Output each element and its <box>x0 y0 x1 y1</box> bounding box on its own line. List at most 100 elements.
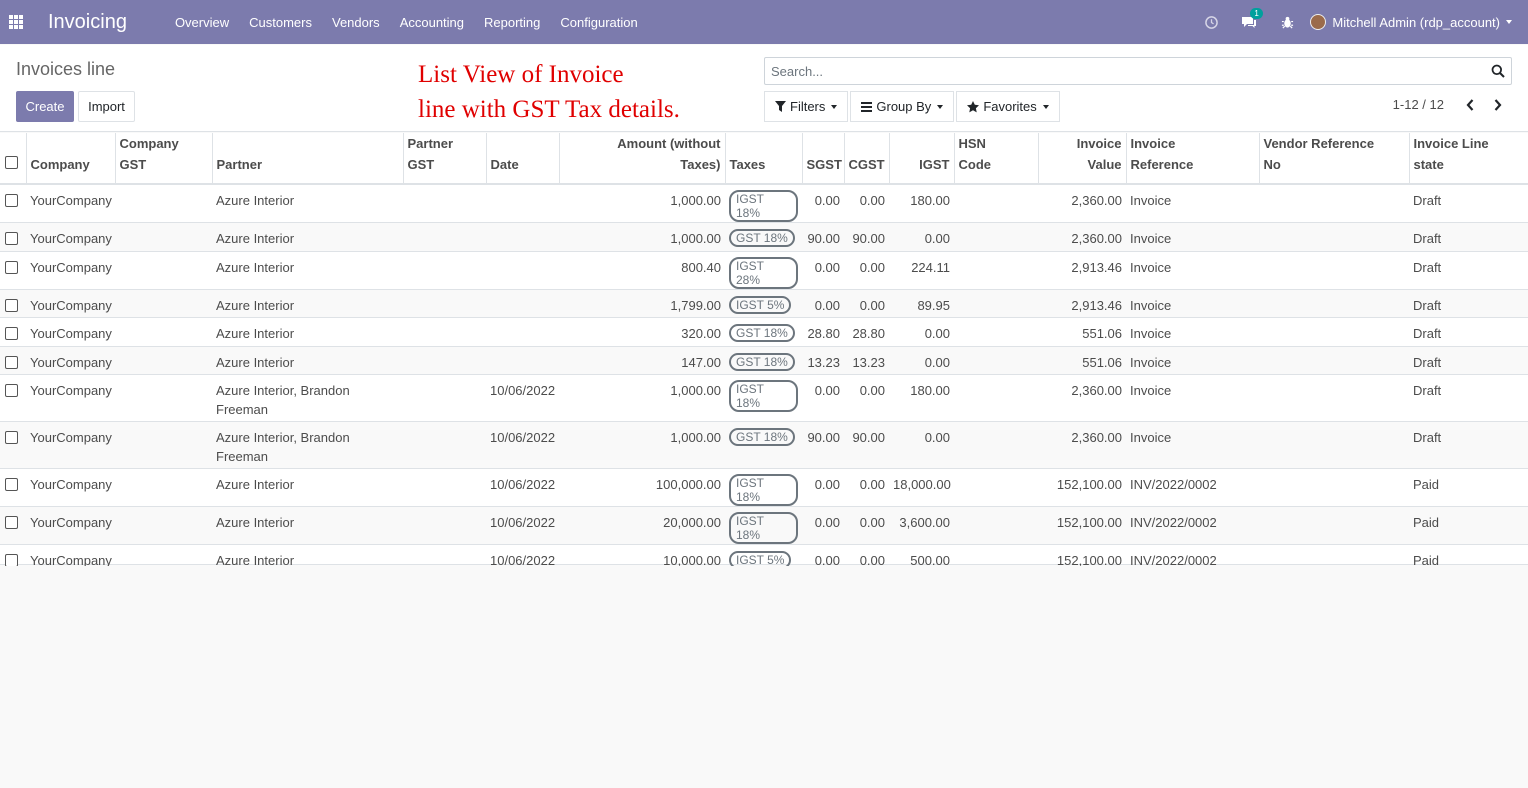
avatar <box>1310 14 1327 30</box>
cell-sgst: 0.00 <box>802 183 844 223</box>
filters-button[interactable]: Filters <box>764 91 849 122</box>
row-select-cell[interactable] <box>0 468 26 507</box>
messages-badge: 1 <box>1250 7 1263 19</box>
groupby-button[interactable]: Group By <box>850 91 955 122</box>
col-taxes[interactable]: Taxes <box>725 133 803 185</box>
row-select-cell[interactable] <box>0 374 26 422</box>
col-invoice-reference[interactable]: Invoice Reference <box>1126 133 1260 185</box>
cell-cgst: 0.00 <box>844 250 889 289</box>
row-select-cell[interactable] <box>0 183 26 223</box>
chevron-right-icon[interactable] <box>1484 98 1512 111</box>
main-menu: Overview Customers Vendors Accounting Report… <box>175 15 658 30</box>
row-checkbox[interactable] <box>5 431 18 444</box>
table-row[interactable]: YourCompany Azure Interior 1,000.00 IGST 18… <box>0 183 1528 223</box>
cell-vendor-reference <box>1259 506 1409 545</box>
search-input[interactable] <box>765 58 1465 84</box>
col-sgst[interactable]: SGST <box>802 133 845 185</box>
cell-hsn-code <box>954 506 1038 545</box>
col-date[interactable]: Date <box>486 133 560 185</box>
menu-item-customers[interactable]: Customers <box>249 15 312 30</box>
cell-company: YourCompany <box>26 421 115 469</box>
menu-item-accounting[interactable]: Accounting <box>400 15 464 30</box>
table-row[interactable]: YourCompany Azure Interior, Brandon Freema… <box>0 421 1528 469</box>
menu-item-vendors[interactable]: Vendors <box>332 15 380 30</box>
table-row[interactable]: YourCompany Azure Interior 800.40 IGST 28% 0… <box>0 250 1528 289</box>
row-select-cell[interactable] <box>0 222 26 251</box>
table-row[interactable]: YourCompany Azure Interior 1,799.00 IGST 5%… <box>0 288 1528 318</box>
cell-cgst: 90.00 <box>844 421 889 469</box>
row-select-cell[interactable] <box>0 288 26 318</box>
apps-grid-icon[interactable] <box>0 0 32 44</box>
col-cgst[interactable]: CGST <box>844 133 890 185</box>
row-select-cell[interactable] <box>0 506 26 545</box>
select-all-cell[interactable] <box>0 133 27 185</box>
import-button[interactable]: Import <box>78 91 135 122</box>
caret-down-icon <box>1042 104 1049 109</box>
col-company[interactable]: Company <box>26 133 116 185</box>
cell-hsn-code <box>954 345 1038 375</box>
user-menu[interactable]: Mitchell Admin (rdp_account) <box>1310 14 1512 30</box>
row-checkbox[interactable] <box>5 516 18 529</box>
favorites-button[interactable]: Favorites <box>956 91 1060 122</box>
col-igst[interactable]: IGST <box>889 133 955 185</box>
row-select-cell[interactable] <box>0 317 26 346</box>
row-checkbox[interactable] <box>5 232 18 245</box>
menu-item-reporting[interactable]: Reporting <box>484 15 540 30</box>
col-line-state[interactable]: Invoice Line state <box>1409 133 1528 185</box>
cell-igst: 224.11 <box>889 250 954 289</box>
cell-company-gst <box>115 250 212 289</box>
cell-partner-gst <box>403 345 486 375</box>
tax-tag: GST 18% <box>729 428 795 446</box>
table-row[interactable]: YourCompany Azure Interior 10/06/2022 100,0… <box>0 468 1528 507</box>
cell-company-gst <box>115 468 212 507</box>
row-select-cell[interactable] <box>0 421 26 469</box>
row-checkbox[interactable] <box>5 355 18 369</box>
table-row[interactable]: YourCompany Azure Interior, Brandon Freema… <box>0 374 1528 422</box>
cell-date <box>486 317 559 346</box>
clock-icon[interactable] <box>1192 15 1230 29</box>
col-invoice-value[interactable]: Invoice Value <box>1038 133 1127 185</box>
create-button[interactable]: Create <box>16 91 74 122</box>
pager-value[interactable]: 1-12 / 12 <box>1393 97 1444 112</box>
caret-down-icon <box>1506 20 1512 24</box>
cell-hsn-code <box>954 222 1038 251</box>
col-amount[interactable]: Amount (without Taxes) <box>559 133 726 185</box>
cell-company: YourCompany <box>26 222 115 251</box>
table-row[interactable]: YourCompany Azure Interior 147.00 GST 18% 13… <box>0 345 1528 375</box>
row-checkbox[interactable] <box>5 478 18 491</box>
row-checkbox[interactable] <box>5 194 18 207</box>
row-checkbox[interactable] <box>5 384 18 397</box>
col-vendor-reference[interactable]: Vendor Reference No <box>1259 133 1410 185</box>
chat-icon[interactable]: 1 <box>1230 7 1268 29</box>
annotation-line-2: line with GST Tax details. <box>418 96 680 123</box>
bug-icon[interactable] <box>1268 16 1306 29</box>
row-checkbox[interactable] <box>5 298 18 312</box>
col-partner-gst[interactable]: Partner GST <box>403 133 487 185</box>
row-select-cell[interactable] <box>0 345 26 375</box>
cell-partner: Azure Interior, Brandon Freeman <box>212 421 403 469</box>
chevron-left-icon[interactable] <box>1456 98 1484 111</box>
table-row[interactable]: YourCompany Azure Interior 320.00 GST 18% 28… <box>0 317 1528 346</box>
tax-tag: IGST 28% <box>729 256 798 289</box>
table-row[interactable]: YourCompany Azure Interior 10/06/2022 20,00… <box>0 506 1528 545</box>
cell-partner: Azure Interior <box>212 183 403 223</box>
menu-item-configuration[interactable]: Configuration <box>560 15 637 30</box>
col-company-gst[interactable]: Company GST <box>115 133 213 185</box>
cell-vendor-reference <box>1259 183 1409 223</box>
select-all-checkbox[interactable] <box>5 156 18 169</box>
search-icon[interactable] <box>1491 64 1505 81</box>
table-row[interactable]: YourCompany Azure Interior 1,000.00 GST 18%… <box>0 222 1528 251</box>
app-name[interactable]: Invoicing <box>48 11 127 34</box>
cell-cgst: 90.00 <box>844 222 889 251</box>
row-checkbox[interactable] <box>5 260 18 274</box>
cell-vendor-reference <box>1259 421 1409 469</box>
menu-item-overview[interactable]: Overview <box>175 15 229 30</box>
row-checkbox[interactable] <box>5 327 18 340</box>
invoice-lines-list: Company Company GST Partner Partner GST Da… <box>0 133 1528 611</box>
cell-taxes: GST 18% <box>725 421 802 469</box>
row-select-cell[interactable] <box>0 250 26 289</box>
cell-amount: 1,000.00 <box>559 374 725 422</box>
cell-sgst: 13.23 <box>802 345 844 375</box>
col-hsn-code[interactable]: HSN Code <box>954 133 1039 185</box>
col-partner[interactable]: Partner <box>212 133 404 185</box>
